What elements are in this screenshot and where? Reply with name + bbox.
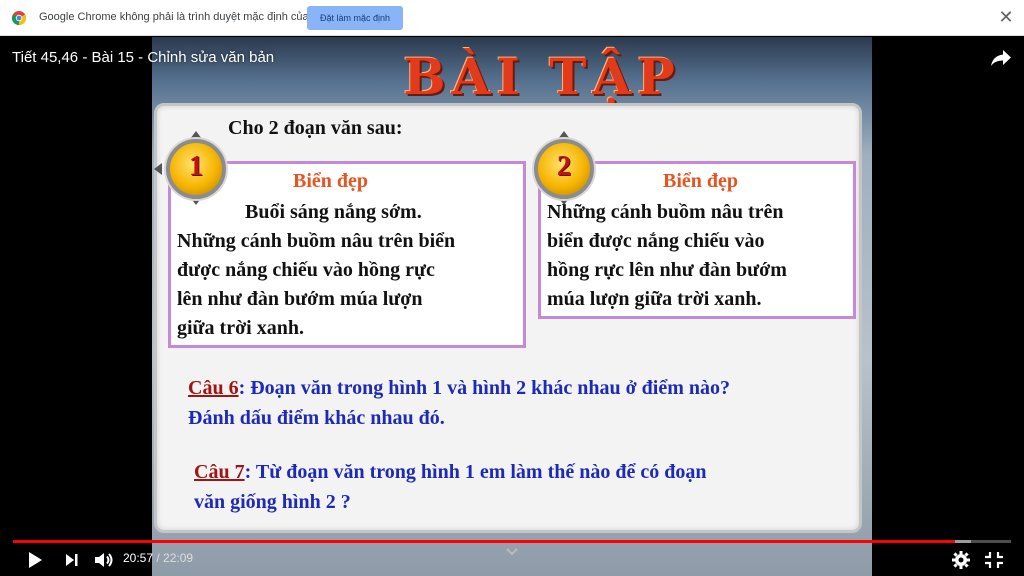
question-7-text: : Từ đoạn văn trong hình 1 em làm thế nà…: [244, 461, 707, 483]
video-title[interactable]: Tiết 45,46 - Bài 15 - Chỉnh sửa văn bản: [12, 49, 274, 66]
time-separator: /: [153, 551, 164, 565]
box-1-title: Biển đẹp: [293, 170, 369, 192]
infobar-message: Google Chrome không phải là trình duyệt …: [39, 11, 331, 23]
triangle-left-icon: [154, 163, 162, 175]
question-6-line-1: Câu 6: Đoạn văn trong hình 1 và hình 2 k…: [188, 373, 730, 403]
question-6-text: : Đoạn văn trong hình 1 và hình 2 khác n…: [238, 377, 730, 399]
settings-icon[interactable]: [951, 549, 971, 571]
video-player[interactable]: BÀI TẬP Cho 2 đoạn văn sau: Biển đẹp Buổ…: [0, 37, 1024, 576]
chrome-logo-icon: [12, 11, 26, 25]
box-1-line: giữa trời xanh.: [177, 317, 304, 339]
box-1-line: Buổi sáng nắng sớm.: [245, 201, 422, 223]
question-7-line-2: văn giống hình 2 ?: [194, 491, 351, 513]
box-2-title: Biển đẹp: [663, 170, 739, 192]
set-default-button[interactable]: Đặt làm mặc định: [307, 6, 403, 30]
play-icon[interactable]: [26, 549, 44, 571]
paragraph-box-1: Biển đẹp Buổi sáng nắng sớm. Những cánh …: [168, 161, 526, 348]
volume-icon[interactable]: [93, 549, 115, 571]
chevron-down-icon[interactable]: [505, 547, 519, 557]
exit-fullscreen-icon[interactable]: [984, 549, 1004, 571]
number-badge-1: 1: [166, 139, 226, 199]
share-icon[interactable]: [990, 49, 1012, 67]
number-badge-2: 2: [534, 139, 594, 199]
box-2-line: hồng rực lên như đàn bướm: [547, 259, 787, 281]
time-display: 20:57 / 22:09: [123, 551, 193, 565]
next-icon[interactable]: [63, 549, 81, 571]
default-browser-infobar: Google Chrome không phải là trình duyệt …: [0, 0, 1024, 36]
current-time: 20:57: [123, 551, 154, 565]
screen: Google Chrome không phải là trình duyệt …: [0, 0, 1024, 576]
slide-intro: Cho 2 đoạn văn sau:: [228, 117, 403, 139]
triangle-up-icon: [190, 131, 202, 139]
progress-fill: [13, 540, 956, 543]
box-1-line: được nắng chiếu vào hồng rực: [177, 259, 435, 281]
video-frame: BÀI TẬP Cho 2 đoạn văn sau: Biển đẹp Buổ…: [152, 37, 872, 576]
box-2-line: múa lượn giữa trời xanh.: [547, 288, 762, 310]
question-7-line-1: Câu 7: Từ đoạn văn trong hình 1 em làm t…: [194, 457, 706, 487]
progress-bar[interactable]: [13, 540, 1011, 543]
question-7-label: Câu 7: [194, 461, 245, 483]
box-1-line: lên như đàn bướm múa lượn: [177, 288, 423, 310]
box-1-line: Những cánh buồm nâu trên biển: [177, 230, 456, 252]
triangle-up-icon: [558, 131, 570, 139]
box-2-line: biển được nắng chiếu vào: [547, 230, 765, 252]
close-icon[interactable]: ✕: [996, 8, 1016, 28]
question-6-line-2: Đánh dấu điểm khác nhau đó.: [188, 407, 445, 429]
box-2-line: Những cánh buồm nâu trên: [547, 201, 784, 223]
question-6-label: Câu 6: [188, 377, 239, 399]
slide-heading: BÀI TẬP: [403, 47, 681, 106]
duration: 22:09: [163, 551, 194, 565]
